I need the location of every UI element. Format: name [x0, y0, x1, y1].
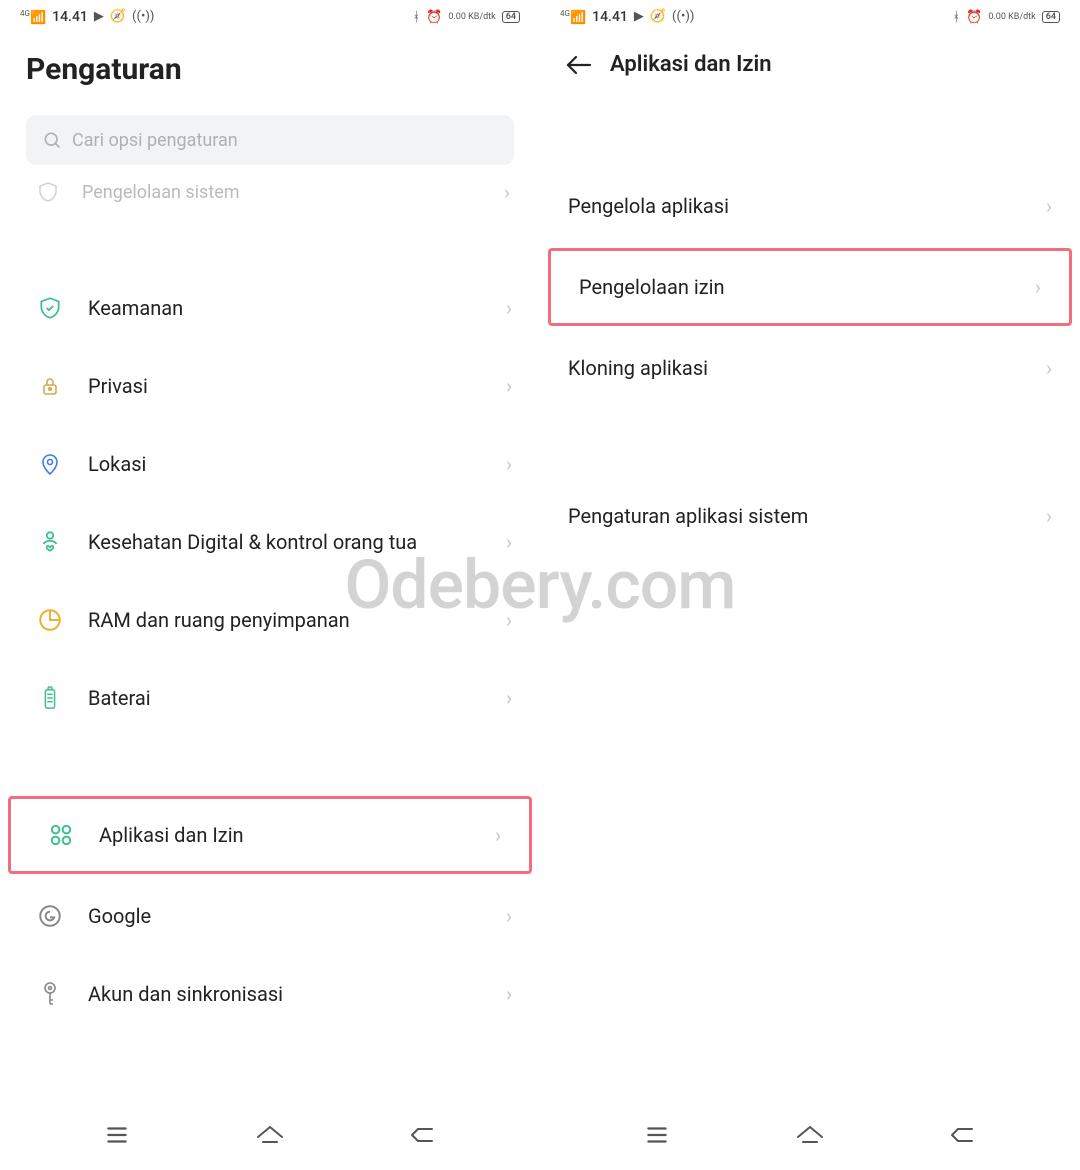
back-button[interactable]: [943, 1120, 983, 1150]
settings-item-label: Lokasi: [88, 452, 482, 476]
chevron-right-icon: ›: [506, 452, 512, 476]
settings-item-label: Keamanan: [88, 296, 482, 320]
settings-item-keamanan[interactable]: Keamanan ›: [0, 269, 540, 347]
hotspot-icon: ((•)): [672, 9, 694, 24]
chevron-right-icon: ›: [506, 686, 512, 710]
settings-item-label: RAM dan ruang penyimpanan: [88, 608, 482, 632]
home-button[interactable]: [250, 1120, 290, 1150]
chevron-right-icon: ›: [1046, 356, 1052, 380]
chevron-right-icon: ›: [506, 530, 512, 554]
apps-item-kloning[interactable]: Kloning aplikasi ›: [540, 329, 1080, 407]
compass-icon: 🧭: [650, 9, 666, 24]
settings-item-label: Privasi: [88, 374, 482, 398]
settings-item-label: Google: [88, 904, 482, 928]
peek-label: Pengelolaan sistem: [82, 182, 240, 203]
settings-item-label: Baterai: [88, 686, 482, 710]
nav-bar: [540, 1110, 1080, 1170]
recents-button[interactable]: [637, 1120, 677, 1150]
play-icon: ▶: [634, 9, 644, 24]
settings-item-baterai[interactable]: Baterai ›: [0, 659, 540, 737]
alarm-icon: ⏰: [426, 10, 442, 25]
search-input[interactable]: Cari opsi pengaturan: [26, 115, 514, 165]
chevron-right-icon: ›: [504, 180, 510, 204]
chevron-right-icon: ›: [506, 608, 512, 632]
signal-icon: 4G📶: [560, 9, 586, 25]
shield-icon: [36, 180, 60, 204]
settings-item-label: Akun dan sinkronisasi: [88, 982, 482, 1006]
bluetooth-icon: ᚼ: [952, 10, 960, 25]
play-icon: ▶: [94, 9, 104, 24]
pie-chart-icon: [36, 606, 64, 634]
settings-item-system-management-peek[interactable]: Pengelolaan sistem ›: [0, 171, 540, 213]
header: Aplikasi dan Izin: [540, 34, 1080, 97]
settings-item-kesehatan-digital[interactable]: Kesehatan Digital & kontrol orang tua ›: [0, 503, 540, 581]
apps-item-label: Pengelolaan izin: [579, 275, 1035, 299]
apps-item-label: Kloning aplikasi: [568, 356, 1046, 380]
settings-item-ram[interactable]: RAM dan ruang penyimpanan ›: [0, 581, 540, 659]
screen-apps-permissions: 4G📶 14.41 ▶ 🧭 ((•)) ᚼ ⏰ 0.00 KB/dtk 64 A…: [540, 0, 1080, 1170]
settings-item-aplikasi-izin[interactable]: Aplikasi dan Izin ›: [11, 799, 529, 871]
settings-item-lokasi[interactable]: Lokasi ›: [0, 425, 540, 503]
battery-icon: 64: [502, 11, 520, 23]
location-pin-icon: [36, 450, 64, 478]
home-button[interactable]: [790, 1120, 830, 1150]
net-rate: 0.00 KB/dtk: [988, 12, 1035, 22]
apps-item-sistem-apps[interactable]: Pengaturan aplikasi sistem ›: [540, 477, 1080, 555]
compass-icon: 🧭: [110, 9, 126, 24]
google-icon: [36, 902, 64, 930]
nav-bar: [0, 1110, 540, 1170]
page-title: Pengaturan: [0, 34, 540, 107]
apps-item-pengelolaan-izin[interactable]: Pengelolaan izin ›: [551, 251, 1069, 323]
settings-item-akun-sinkronisasi[interactable]: Akun dan sinkronisasi ›: [0, 955, 540, 1033]
chevron-right-icon: ›: [1046, 504, 1052, 528]
battery-icon: 64: [1042, 11, 1060, 23]
key-icon: [36, 980, 64, 1008]
status-time: 14.41: [592, 9, 628, 25]
apps-grid-icon: [47, 821, 75, 849]
apps-item-label: Pengelola aplikasi: [568, 194, 1046, 218]
settings-item-privasi[interactable]: Privasi ›: [0, 347, 540, 425]
alarm-icon: ⏰: [966, 10, 982, 25]
header-title: Aplikasi dan Izin: [610, 52, 772, 77]
chevron-right-icon: ›: [1035, 275, 1041, 299]
status-bar: 4G📶 14.41 ▶ 🧭 ((•)) ᚼ ⏰ 0.00 KB/dtk 64: [0, 0, 540, 34]
search-icon: [42, 130, 62, 150]
settings-item-label: Aplikasi dan Izin: [99, 823, 471, 847]
highlight-aplikasi-izin: Aplikasi dan Izin ›: [8, 796, 532, 874]
settings-item-label: Kesehatan Digital & kontrol orang tua: [88, 530, 482, 554]
chevron-right-icon: ›: [506, 904, 512, 928]
chevron-right-icon: ›: [506, 982, 512, 1006]
back-button[interactable]: [403, 1120, 443, 1150]
chevron-right-icon: ›: [1046, 194, 1052, 218]
back-arrow-icon[interactable]: [566, 55, 592, 75]
apps-item-label: Pengaturan aplikasi sistem: [568, 504, 1046, 528]
status-bar: 4G📶 14.41 ▶ 🧭 ((•)) ᚼ ⏰ 0.00 KB/dtk 64: [540, 0, 1080, 34]
net-rate: 0.00 KB/dtk: [448, 12, 495, 22]
bluetooth-icon: ᚼ: [412, 10, 420, 25]
battery-icon: [36, 684, 64, 712]
status-time: 14.41: [52, 9, 88, 25]
lock-icon: [36, 372, 64, 400]
screen-settings: 4G📶 14.41 ▶ 🧭 ((•)) ᚼ ⏰ 0.00 KB/dtk 64 P…: [0, 0, 540, 1170]
chevron-right-icon: ›: [506, 296, 512, 320]
search-placeholder: Cari opsi pengaturan: [72, 130, 238, 151]
recents-button[interactable]: [97, 1120, 137, 1150]
settings-item-google[interactable]: Google ›: [0, 877, 540, 955]
highlight-pengelolaan-izin: Pengelolaan izin ›: [548, 248, 1072, 326]
hotspot-icon: ((•)): [132, 9, 154, 24]
heart-person-icon: [36, 528, 64, 556]
chevron-right-icon: ›: [506, 374, 512, 398]
apps-item-pengelola-aplikasi[interactable]: Pengelola aplikasi ›: [540, 167, 1080, 245]
signal-icon: 4G📶: [20, 9, 46, 25]
chevron-right-icon: ›: [495, 823, 501, 847]
shield-check-icon: [36, 294, 64, 322]
